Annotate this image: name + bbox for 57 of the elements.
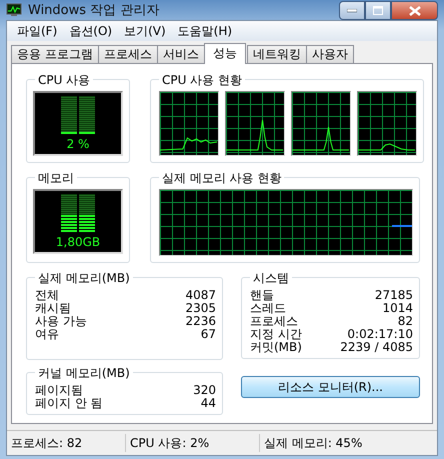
stat-label: 페이지 안 됨 <box>35 397 103 410</box>
cpu-history-graph <box>159 91 219 156</box>
stat-label: 커밋(MB) <box>250 341 302 354</box>
menu-item[interactable]: 옵션(O) <box>63 22 118 40</box>
status-text: 프로세스: 82 <box>7 434 126 452</box>
stat-label: 캐시됨 <box>35 302 71 315</box>
stat-value: 1014 <box>382 302 413 315</box>
tab[interactable]: 프로세스 <box>98 45 158 63</box>
stat-label: 여유 <box>35 328 59 341</box>
tab[interactable]: 성능 <box>204 43 246 64</box>
tab[interactable]: 네트워킹 <box>246 45 307 63</box>
stat-label: 사용 가능 <box>35 315 87 328</box>
tab[interactable]: 사용자 <box>306 45 354 63</box>
cpu-history-graph <box>291 91 351 156</box>
window-title: Windows 작업 관리자 <box>28 2 160 19</box>
stat-value: 27185 <box>374 289 413 302</box>
meter-reading: 2 % <box>66 137 90 151</box>
stat-value: 44 <box>200 397 216 410</box>
minimize-icon <box>347 8 357 12</box>
monitor-graph-icon <box>6 3 22 17</box>
stat-value: 2239 / 4085 <box>340 341 413 354</box>
stat-value: 320 <box>193 384 216 397</box>
stat-label: 프로세스 <box>250 315 298 328</box>
cpu-history-graph <box>357 91 417 156</box>
stat-value: 2236 <box>185 315 216 328</box>
stat-value: 4087 <box>185 289 216 302</box>
group-title: 실제 메모리 사용 현황 <box>159 170 284 187</box>
tab[interactable]: 응용 프로그램 <box>11 45 99 63</box>
menu-item[interactable]: 파일(F) <box>11 22 64 40</box>
stat-label: 페이지됨 <box>35 384 83 397</box>
minimize-button[interactable] <box>339 1 365 20</box>
stat-value: 67 <box>200 328 216 341</box>
stat-label: 핸들 <box>250 289 274 302</box>
close-button[interactable] <box>391 1 438 20</box>
group-title: 메모리 <box>35 170 77 187</box>
menu-item[interactable]: 보기(V) <box>118 22 172 40</box>
group-title: CPU 사용 <box>35 72 94 89</box>
group-title: 시스템 <box>250 270 292 287</box>
menu-item[interactable]: 도움말(H) <box>172 22 238 40</box>
group-title: 실제 메모리(MB) <box>35 270 133 287</box>
status-text: 실제 메모리: 45% <box>263 435 364 452</box>
cpu-history-graph <box>225 91 285 156</box>
status-text: CPU 사용: 2% <box>126 434 260 452</box>
maximize-button[interactable] <box>365 1 391 20</box>
stat-value: 0:02:17:10 <box>347 328 413 341</box>
maximize-icon <box>373 6 383 15</box>
stat-label: 스레드 <box>250 302 286 315</box>
close-icon <box>408 6 420 16</box>
resource-monitor-button[interactable]: 리소스 모니터(R)... <box>241 376 420 398</box>
stat-label: 지정 시간 <box>250 328 302 341</box>
stat-value: 82 <box>398 315 413 328</box>
group-title: 커널 메모리(MB) <box>35 365 133 382</box>
meter-reading: 1,80GB <box>56 235 100 249</box>
stat-label: 전체 <box>35 289 59 302</box>
group-title: CPU 사용 현황 <box>159 72 246 89</box>
tab[interactable]: 서비스 <box>156 45 205 63</box>
stat-value: 2305 <box>185 302 216 315</box>
